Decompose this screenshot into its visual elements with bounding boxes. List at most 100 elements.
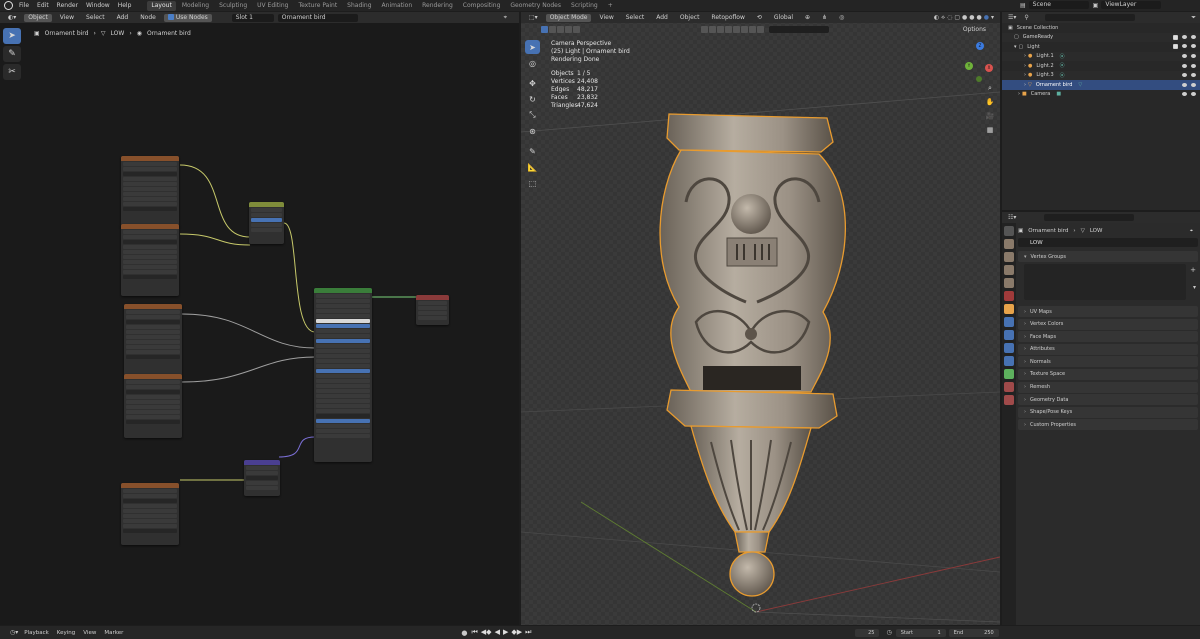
transform-tool-icon[interactable]: ⊛ <box>525 124 540 138</box>
camera-icon[interactable] <box>1191 44 1196 49</box>
camera-icon[interactable] <box>1191 92 1196 97</box>
chevron-down-icon[interactable]: ▾ <box>1014 44 1017 50</box>
tab-layout[interactable]: Layout <box>147 0 176 11</box>
zoom-icon[interactable]: ⌕ <box>984 82 996 94</box>
outliner-row-selected[interactable]: › ▽ Ornament bird ▽ <box>1002 80 1200 90</box>
material-select[interactable]: Ornament bird <box>277 13 358 22</box>
panel-vertex-groups[interactable]: ▾ Vertex Groups <box>1018 251 1198 262</box>
view-layer-tab-icon[interactable] <box>1004 265 1014 275</box>
menu-render[interactable]: Render <box>57 2 78 9</box>
chevron-right-icon[interactable]: › <box>1024 82 1026 88</box>
eye-icon[interactable] <box>1182 73 1187 78</box>
filter-icon[interactable] <box>741 26 748 33</box>
chevron-right-icon[interactable]: › <box>1024 53 1026 59</box>
blender-logo-icon[interactable] <box>4 1 13 10</box>
menu-select[interactable]: Select <box>622 14 649 22</box>
filter-icon[interactable] <box>725 26 732 33</box>
exclude-checkbox[interactable] <box>1173 34 1178 40</box>
current-frame-field[interactable]: 25 <box>855 628 880 637</box>
jump-start-icon[interactable]: ⏮ <box>471 628 477 637</box>
cursor-tool-icon[interactable]: ◎ <box>525 56 540 70</box>
outliner-row[interactable]: ▾ ▢ Light <box>1002 42 1200 52</box>
filter-icon[interactable] <box>749 26 756 33</box>
end-frame-field[interactable]: End 250 <box>948 628 999 637</box>
particles-tab-icon[interactable] <box>1004 330 1014 340</box>
tab-scripting[interactable]: Scripting <box>567 1 602 11</box>
scene-tab-icon[interactable] <box>1004 278 1014 288</box>
select-mode-icon[interactable] <box>565 26 572 33</box>
select-box-tool-icon[interactable]: ➤ <box>525 40 540 54</box>
filter-icon[interactable] <box>757 26 764 33</box>
eye-icon[interactable] <box>1182 92 1187 97</box>
world-tab-icon[interactable] <box>1004 291 1014 301</box>
principled-bsdf-node[interactable] <box>314 288 372 462</box>
node-header[interactable] <box>121 224 179 229</box>
filter-icon[interactable] <box>701 26 708 33</box>
camera-icon[interactable] <box>1191 54 1196 59</box>
menu-edit[interactable]: Edit <box>37 2 49 9</box>
tab-uv-editing[interactable]: UV Editing <box>253 1 292 11</box>
physics-tab-icon[interactable] <box>1004 343 1014 353</box>
funnel-icon[interactable]: ⏷ <box>1191 14 1196 22</box>
tab-shading[interactable]: Shading <box>343 1 375 11</box>
node-header[interactable] <box>124 304 182 309</box>
gizmo-z-axis[interactable]: Z <box>976 42 984 50</box>
filter-icon[interactable] <box>717 26 724 33</box>
rendered-shading-icon[interactable]: ● <box>984 14 989 21</box>
outliner-search-input[interactable] <box>1044 14 1135 21</box>
camera-icon[interactable] <box>1191 34 1196 39</box>
scale-tool-icon[interactable]: ⤡ <box>525 108 540 122</box>
chevron-right-icon[interactable]: › <box>1024 63 1026 69</box>
outliner-row[interactable]: › ● Light.2 ⦿ <box>1002 61 1200 71</box>
camera-icon[interactable] <box>1191 82 1196 87</box>
outliner-row[interactable]: ▢ GameReady <box>1002 32 1200 42</box>
chevron-right-icon[interactable]: › <box>1018 91 1020 97</box>
rotate-tool-icon[interactable]: ↻ <box>525 92 540 106</box>
panel-attributes[interactable]: › Attributes <box>1018 343 1198 355</box>
panel-uv-maps[interactable]: › UV Maps <box>1018 306 1198 317</box>
gizmo-y-axis[interactable]: Y <box>965 62 973 70</box>
menu-node[interactable]: Node <box>136 14 160 22</box>
panel-geometry-data[interactable]: › Geometry Data <box>1018 394 1198 406</box>
filter-icon[interactable] <box>709 26 716 33</box>
tab-sculpting[interactable]: Sculpting <box>215 1 251 11</box>
image-texture-node-ao[interactable] <box>121 224 179 296</box>
ortho-toggle-icon[interactable]: ▦ <box>984 124 996 136</box>
tab-rendering[interactable]: Rendering <box>418 1 457 11</box>
add-workspace-icon[interactable]: + <box>604 1 617 11</box>
select-mode-icon[interactable] <box>573 26 580 33</box>
visibility-icon[interactable]: ◐ <box>934 14 939 21</box>
pivot-icon[interactable]: ⊕ <box>801 14 814 22</box>
retopoflow-menu[interactable]: Retopoflow <box>707 14 748 22</box>
menu-playback[interactable]: Playback <box>24 630 49 636</box>
menu-object[interactable]: Object <box>676 14 704 22</box>
camera-icon[interactable] <box>1191 63 1196 68</box>
panel-face-maps[interactable]: › Face Maps <box>1018 331 1198 343</box>
shading-options-icon[interactable]: ▾ <box>991 14 994 21</box>
select-tool-icon[interactable]: ➤ <box>3 28 21 44</box>
properties-search-input[interactable] <box>1044 214 1135 221</box>
viewport-search-input[interactable] <box>769 26 829 33</box>
output-tab-icon[interactable] <box>1004 252 1014 262</box>
outliner-scene-collection[interactable]: ▣ Scene Collection <box>1002 23 1200 33</box>
annotate-tool-icon[interactable]: ✎ <box>525 144 540 158</box>
next-keyframe-icon[interactable]: ◆▶ <box>511 628 522 637</box>
tab-modeling[interactable]: Modeling <box>178 1 213 11</box>
object-tab-icon[interactable] <box>1004 304 1014 314</box>
select-mode-icon[interactable] <box>557 26 564 33</box>
menu-marker[interactable]: Marker <box>104 630 123 636</box>
start-frame-field[interactable]: Start 1 <box>895 628 946 637</box>
render-tab-icon[interactable] <box>1004 239 1014 249</box>
node-header[interactable] <box>121 156 179 161</box>
proportional-edit-icon[interactable]: ◎ <box>835 14 848 22</box>
gizmo-neg-axis[interactable] <box>976 76 982 82</box>
menu-view[interactable]: View <box>83 630 96 636</box>
eye-icon[interactable] <box>1182 63 1187 68</box>
slot-select[interactable]: Slot 1 <box>231 13 274 22</box>
panel-shape-keys[interactable]: › Shape/Pose Keys <box>1018 406 1198 418</box>
material-tab-icon[interactable] <box>1004 382 1014 392</box>
panel-custom-properties[interactable]: › Custom Properties <box>1018 419 1198 431</box>
menu-add[interactable]: Add <box>113 14 133 22</box>
xray-icon[interactable]: ▢ <box>954 14 960 21</box>
node-header[interactable] <box>314 288 372 293</box>
